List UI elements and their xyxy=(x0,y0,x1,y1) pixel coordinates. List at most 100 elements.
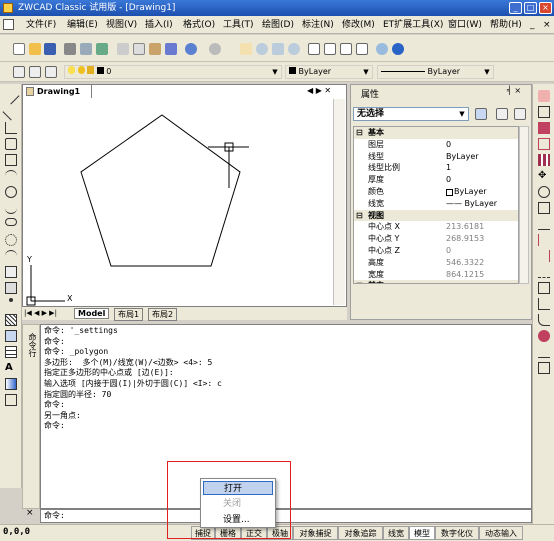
paste-icon[interactable] xyxy=(149,43,161,55)
trim-icon[interactable] xyxy=(538,234,550,246)
menu-item-close[interactable]: 关闭 xyxy=(203,497,273,511)
prop-row-color[interactable]: 颜色 ByLayer xyxy=(354,186,518,198)
tab-nav-arrows[interactable]: |◀ ◀ ▶ ▶| xyxy=(24,309,57,317)
toggle-pickadd-icon[interactable] xyxy=(475,108,487,120)
explode-icon[interactable] xyxy=(538,330,550,342)
section-misc[interactable]: ⊟其它 xyxy=(354,280,518,283)
layer-dropdown[interactable]: 0 ▼ xyxy=(64,65,282,79)
pentagon-shape[interactable] xyxy=(80,114,241,267)
gradient-tool-icon[interactable] xyxy=(5,378,17,390)
tablet-toggle[interactable]: 数字化仪 xyxy=(435,526,479,540)
drawing-nav-arrows[interactable]: ◀ ▶ ✕ xyxy=(307,86,345,96)
prop-row-center-z[interactable]: 中心点 Z0 xyxy=(354,245,518,257)
lengthen-icon[interactable] xyxy=(538,346,550,358)
break-icon[interactable] xyxy=(538,266,550,278)
circle-tool-icon[interactable] xyxy=(5,186,17,198)
doc-minimize-button[interactable]: _ xyxy=(530,18,535,32)
design-center-icon[interactable] xyxy=(324,43,336,55)
layer-state-icon[interactable] xyxy=(29,66,41,78)
extend-icon[interactable] xyxy=(538,250,550,262)
lineweight-toggle[interactable]: 线宽 xyxy=(383,526,409,540)
model-toggle[interactable]: 模型 xyxy=(409,526,435,540)
tab-layout1[interactable]: 布局1 xyxy=(114,308,144,321)
print-preview-icon[interactable] xyxy=(80,43,92,55)
tool-palette-icon[interactable] xyxy=(340,43,352,55)
menu-insert[interactable]: 插入(I) xyxy=(145,18,173,32)
array-icon[interactable] xyxy=(538,154,550,166)
menu-tools[interactable]: 工具(T) xyxy=(223,18,254,32)
select-objects-icon[interactable] xyxy=(496,108,508,120)
prop-row-linetype[interactable]: 线型 ByLayer xyxy=(354,151,518,163)
polyline-tool-icon[interactable] xyxy=(5,122,17,134)
ray-tool-icon[interactable] xyxy=(2,103,20,121)
linetype-dropdown[interactable]: ByLayer ▼ xyxy=(377,65,494,79)
print-icon[interactable] xyxy=(64,43,76,55)
color-dropdown[interactable]: ByLayer ▼ xyxy=(285,65,373,79)
properties-scrollbar[interactable] xyxy=(519,126,529,284)
cut-icon[interactable] xyxy=(117,43,129,55)
rectangle-tool-icon[interactable] xyxy=(5,154,17,166)
dynamic-input-toggle[interactable]: 动态输入 xyxy=(479,526,523,540)
section-basic[interactable]: ⊟ 基本 xyxy=(354,127,518,139)
menu-item-open[interactable]: 打开 xyxy=(203,481,273,495)
help-icon[interactable] xyxy=(392,43,404,55)
osnap-toggle[interactable]: 对象捕捉 xyxy=(293,526,338,540)
zoom-previous-icon[interactable] xyxy=(288,43,300,55)
prop-row-height[interactable]: 高度 546.3322 xyxy=(354,257,518,269)
copy-object-icon[interactable] xyxy=(538,106,550,118)
mirror-icon[interactable] xyxy=(538,122,550,134)
hatch-tool-icon[interactable] xyxy=(5,314,17,326)
quick-select-icon[interactable] xyxy=(514,108,526,120)
close-button[interactable]: × xyxy=(539,2,552,14)
zoom-realtime-icon[interactable] xyxy=(256,43,268,55)
make-block-icon[interactable] xyxy=(5,282,17,294)
menu-dimension[interactable]: 标注(N) xyxy=(302,18,334,32)
boundary-tool-icon[interactable] xyxy=(5,394,17,406)
vertical-scrollbar[interactable] xyxy=(333,99,345,305)
menu-format[interactable]: 格式(O) xyxy=(183,18,215,32)
spline-tool-icon[interactable] xyxy=(5,202,17,214)
erase-icon[interactable] xyxy=(538,90,550,102)
prop-row-layer[interactable]: 图层 0 xyxy=(354,139,518,151)
undo-icon[interactable] xyxy=(185,43,197,55)
move-icon[interactable]: ✥ xyxy=(538,170,550,182)
rotate-icon[interactable] xyxy=(538,186,550,198)
zoom-window-icon[interactable] xyxy=(272,43,284,55)
table-tool-icon[interactable] xyxy=(5,346,17,358)
insert-block-icon[interactable] xyxy=(5,266,17,278)
grid-toggle[interactable]: 栅格 xyxy=(215,526,241,540)
prop-row-center-x[interactable]: 中心点 X 213.6181 xyxy=(354,221,518,233)
ellipse-tool-icon[interactable] xyxy=(5,218,17,226)
edit-polyline-icon[interactable] xyxy=(538,362,550,374)
stretch-icon[interactable] xyxy=(538,218,550,230)
panel-pin-icon[interactable]: ╡ × xyxy=(507,86,521,95)
otrack-toggle[interactable]: 对象追踪 xyxy=(338,526,383,540)
arc-tool-icon[interactable] xyxy=(5,170,17,182)
command-input[interactable]: 命令: xyxy=(40,509,532,523)
doc-close-button[interactable]: × xyxy=(543,18,551,32)
menu-edit[interactable]: 编辑(E) xyxy=(67,18,98,32)
section-view[interactable]: ⊟ 视图 xyxy=(354,209,518,222)
publish-icon[interactable] xyxy=(96,43,108,55)
revision-cloud-icon[interactable] xyxy=(5,234,17,246)
fillet-icon[interactable] xyxy=(538,314,550,326)
prop-row-lineweight[interactable]: 线宽 —— ByLayer xyxy=(354,198,518,210)
menu-item-settings[interactable]: 设置... xyxy=(203,513,273,527)
drawing-canvas[interactable]: Y X xyxy=(22,84,347,320)
offset-icon[interactable] xyxy=(538,138,550,150)
command-close-icon[interactable]: × xyxy=(26,508,36,518)
save-icon[interactable] xyxy=(44,43,56,55)
polygon-tool-icon[interactable] xyxy=(5,138,17,150)
join-icon[interactable] xyxy=(538,282,550,294)
menu-window[interactable]: 窗口(W) xyxy=(448,18,482,32)
menu-modify[interactable]: 修改(M) xyxy=(342,18,375,32)
sheet-set-icon[interactable] xyxy=(356,43,368,55)
pan-icon[interactable] xyxy=(240,43,252,55)
menu-help[interactable]: 帮助(H) xyxy=(490,18,522,32)
menu-et-extension[interactable]: ET扩展工具(X) xyxy=(383,18,443,32)
prop-row-width[interactable]: 宽度 864.1215 xyxy=(354,269,518,281)
copy-icon[interactable] xyxy=(133,43,145,55)
ortho-toggle[interactable]: 正交 xyxy=(241,526,267,540)
layer-manager-icon[interactable] xyxy=(13,66,25,78)
tab-drawing1[interactable]: Drawing1 xyxy=(22,84,92,98)
